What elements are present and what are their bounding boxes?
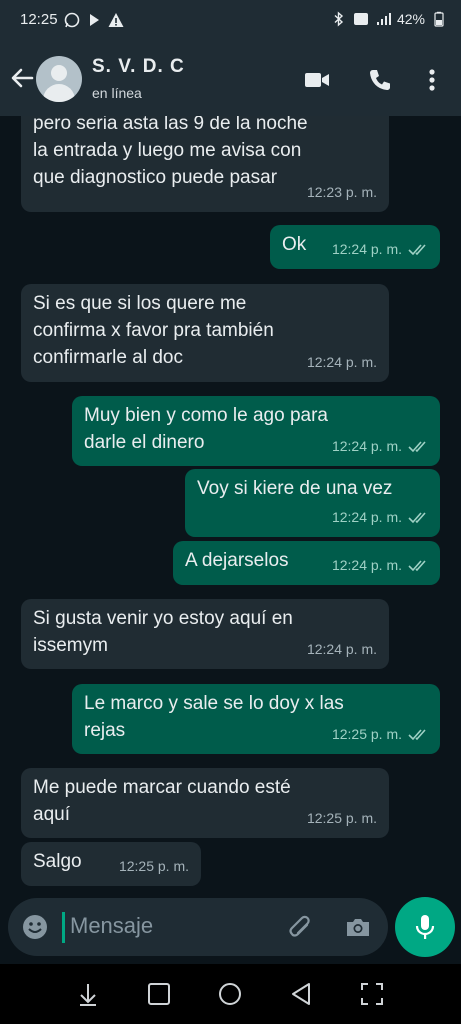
mic-icon — [415, 915, 435, 939]
message-time: 12:24 p. m. — [331, 241, 402, 257]
double-check-icon — [408, 243, 426, 255]
attach-icon[interactable] — [287, 913, 315, 941]
mic-button[interactable] — [395, 897, 455, 957]
message-text: Si gusta venir yo estoy aquí en issemym — [33, 608, 293, 656]
message-text: Muy bien y como le ago para darle el din… — [84, 405, 328, 453]
phone-icon[interactable] — [366, 66, 394, 94]
bluetooth-icon — [334, 11, 344, 27]
message-meta: 12:25 p. m. — [307, 805, 377, 832]
message-incoming[interactable]: Me puede marcar cuando esté aquí 12:25 p… — [21, 768, 389, 838]
contact-name[interactable]: S. V. D. C — [92, 56, 185, 78]
message-text: Si es que si los quere me confirma x fav… — [33, 293, 274, 368]
nav-square-icon[interactable] — [146, 981, 172, 1007]
message-incoming[interactable]: Si gusta venir yo estoy aquí en issemym … — [21, 599, 389, 669]
status-bar: 12:25 42% — [0, 0, 461, 42]
message-meta: 12:24 p. m. — [332, 552, 428, 579]
message-outgoing[interactable]: Ok 12:24 p. m. — [270, 225, 440, 269]
contact-status: en línea — [92, 85, 142, 101]
emoji-icon[interactable] — [22, 914, 48, 940]
message-text: Me puede marcar cuando esté aquí — [33, 777, 291, 825]
message-meta: 12:24 p. m. — [307, 636, 377, 663]
message-text: Le marco y sale se lo doy x las rejas — [84, 693, 344, 741]
double-check-icon — [408, 559, 426, 571]
chat-header: S. V. D. C en línea — [0, 42, 461, 116]
video-call-icon[interactable] — [303, 66, 331, 94]
play-icon — [89, 13, 99, 26]
message-incoming[interactable]: pero seria asta las 9 de la noche la ent… — [21, 116, 389, 212]
double-check-icon — [408, 511, 426, 523]
message-text: pero seria asta las 9 de la noche la ent… — [33, 116, 308, 188]
message-meta: 12:24 p. m. — [332, 504, 428, 531]
camera-icon[interactable] — [344, 913, 372, 941]
message-text: A dejarselos — [185, 550, 289, 571]
nav-back-icon[interactable] — [288, 981, 314, 1007]
message-text: Voy si kiere de una vez — [197, 478, 393, 499]
double-check-icon — [408, 440, 426, 452]
message-time: 12:25 p. m. — [331, 726, 402, 742]
message-time: 12:24 p. m. — [331, 438, 402, 454]
warning-icon — [108, 12, 124, 27]
volte-icon — [353, 13, 368, 25]
status-time: 12:25 — [20, 11, 58, 28]
message-incoming[interactable]: Si es que si los quere me confirma x fav… — [21, 284, 389, 382]
battery-icon — [434, 11, 444, 27]
message-outgoing[interactable]: Le marco y sale se lo doy x las rejas 12… — [72, 684, 440, 754]
message-text: Salgo — [33, 851, 82, 872]
back-arrow-icon[interactable] — [8, 64, 36, 92]
text-caret — [62, 912, 65, 943]
system-nav-bar — [0, 964, 461, 1024]
message-meta: 12:25 p. m. — [332, 721, 428, 748]
message-text: Ok — [282, 234, 307, 255]
message-time: 12:24 p. m. — [306, 641, 377, 657]
message-time: 12:24 p. m. — [306, 354, 377, 370]
battery-percent: 42% — [396, 11, 425, 27]
message-input[interactable]: Mensaje — [70, 913, 153, 939]
signal-icon — [376, 13, 391, 25]
message-time: 12:25 p. m. — [118, 858, 189, 874]
message-time: 12:24 p. m. — [331, 509, 402, 525]
more-vert-icon[interactable] — [420, 66, 444, 94]
message-outgoing[interactable]: Muy bien y como le ago para darle el din… — [72, 396, 440, 466]
nav-down-icon[interactable] — [75, 981, 101, 1007]
message-incoming[interactable]: Salgo 12:25 p. m. — [21, 842, 201, 886]
message-time: 12:23 p. m. — [306, 184, 377, 200]
whatsapp-icon — [64, 12, 79, 27]
message-meta: 12:24 p. m. — [332, 433, 428, 460]
nav-fullscreen-icon[interactable] — [359, 981, 385, 1007]
avatar[interactable] — [36, 56, 82, 102]
message-meta: 12:24 p. m. — [307, 349, 377, 376]
message-list[interactable]: pero seria asta las 9 de la noche la ent… — [0, 116, 461, 898]
nav-circle-icon[interactable] — [217, 981, 243, 1007]
message-time: 12:24 p. m. — [331, 557, 402, 573]
double-check-icon — [408, 728, 426, 740]
message-outgoing[interactable]: A dejarselos 12:24 p. m. — [173, 541, 440, 585]
message-outgoing[interactable]: Voy si kiere de una vez 12:24 p. m. — [185, 469, 440, 537]
message-composer[interactable]: Mensaje — [8, 898, 388, 956]
message-time: 12:25 p. m. — [306, 810, 377, 826]
message-meta: 12:24 p. m. — [332, 236, 428, 263]
message-meta: 12:25 p. m. — [119, 853, 189, 880]
message-meta: 12:23 p. m. — [307, 179, 377, 206]
